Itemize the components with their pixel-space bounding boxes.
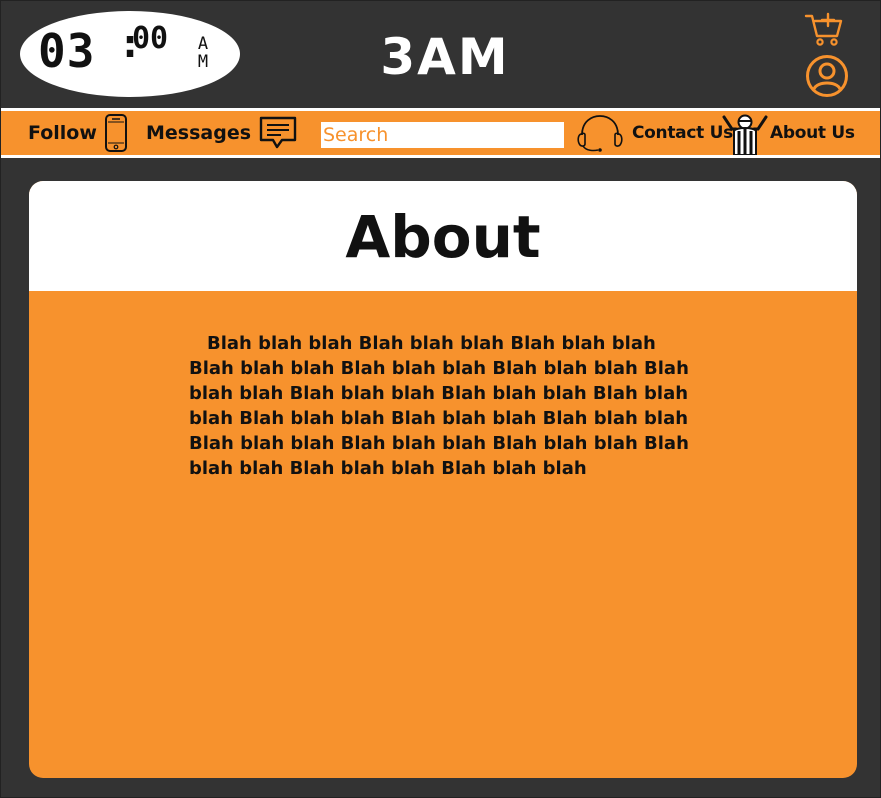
about-body-text: Blah blah blah Blah blah blah Blah blah … (189, 333, 689, 479)
headset-icon (577, 115, 623, 152)
phone-icon (104, 114, 127, 152)
clock-hours: 03 (38, 24, 96, 78)
page-title: About (345, 203, 541, 271)
app-header: 03 : 00 AM 3AM (0, 0, 881, 108)
clock-minutes: 00 (132, 21, 169, 56)
message-icon (259, 116, 297, 149)
nav-about-label: About Us (770, 123, 855, 143)
nav-divider-bottom (0, 155, 881, 158)
clock-display: 03 : 00 AM (20, 11, 240, 97)
user-account-icon[interactable] (805, 54, 849, 98)
people-cheering-icon (722, 114, 768, 155)
nav-about-us[interactable]: About Us (722, 111, 855, 155)
nav-follow[interactable]: Follow (28, 111, 129, 155)
brand-logo: 3AM (380, 28, 510, 86)
clock-ampm: AM (197, 34, 209, 72)
nav-follow-label: Follow (28, 122, 97, 144)
nav-contact-us[interactable]: Contact Us (576, 111, 733, 155)
about-card: About Blah blah blah Blah blah blah Blah… (29, 181, 857, 778)
main-nav: Follow Messages Contact Us (0, 111, 881, 155)
cart-add-icon[interactable] (804, 10, 844, 48)
nav-messages[interactable]: Messages (146, 111, 297, 155)
nav-contact-label: Contact Us (632, 123, 733, 143)
nav-messages-label: Messages (146, 122, 252, 144)
search-input[interactable] (321, 122, 564, 148)
card-header: About (29, 181, 857, 291)
